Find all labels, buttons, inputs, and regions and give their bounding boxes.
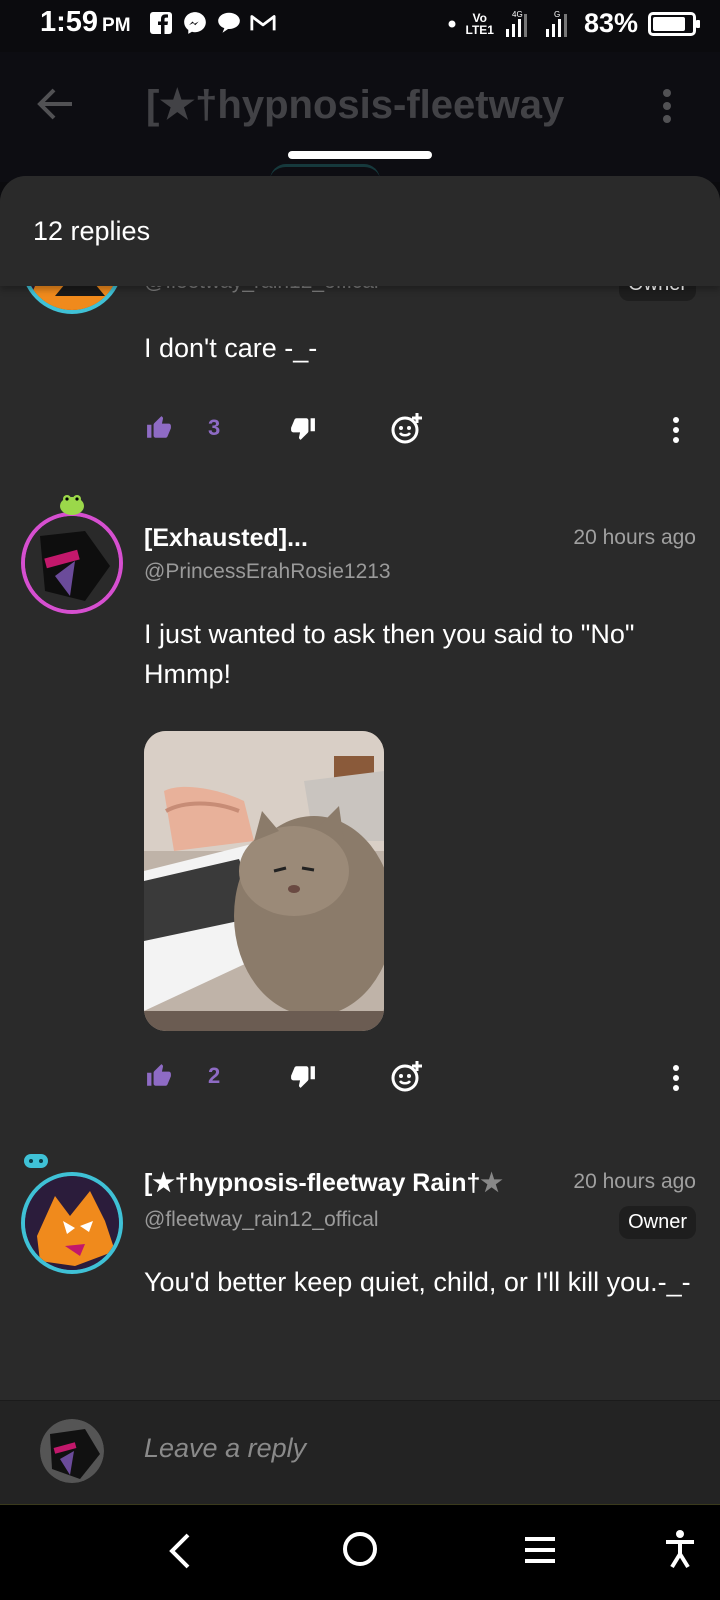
- dislike-icon[interactable]: [290, 1063, 316, 1089]
- like-icon[interactable]: [146, 1063, 172, 1089]
- current-user-avatar: [40, 1419, 104, 1483]
- accessibility-icon[interactable]: [664, 1529, 696, 1569]
- add-reaction-icon[interactable]: [390, 1059, 424, 1093]
- more-icon: [663, 89, 671, 123]
- comment-more-icon[interactable]: [672, 417, 680, 443]
- reply-bar: Leave a reply: [0, 1400, 720, 1504]
- replies-sheet: 12 replies @fleetway_rain12_offical Owne…: [0, 176, 720, 1506]
- status-time: 1:59 PM: [40, 6, 131, 38]
- comment-timestamp: 20 hours ago: [573, 1170, 696, 1193]
- svg-text:G: G: [554, 10, 560, 19]
- status-right: Vo LTE1 4G G 83%: [448, 8, 700, 39]
- nav-home-icon[interactable]: [342, 1531, 378, 1567]
- owner-badge: Owner: [619, 1206, 696, 1239]
- comment-body: You'd better keep quiet, child, or I'll …: [144, 1267, 691, 1297]
- battery-icon: [648, 11, 700, 36]
- frog-decoration-icon: [60, 495, 84, 515]
- notification-icons: [148, 10, 276, 36]
- like-icon[interactable]: [146, 415, 172, 441]
- comment-timestamp: 20 hours ago: [573, 526, 696, 549]
- dislike-icon[interactable]: [290, 415, 316, 441]
- status-bar: 1:59 PM Vo LTE1 4G G 83%: [0, 0, 720, 52]
- comment-more-icon[interactable]: [672, 1065, 680, 1091]
- comment-body: I just wanted to ask then you said to "N…: [144, 619, 635, 689]
- comment-body: I don't care -_-: [144, 333, 318, 363]
- comment-actions: 3: [0, 411, 720, 451]
- sheet-drag-handle[interactable]: [288, 151, 432, 159]
- volte-indicator: Vo LTE1: [465, 10, 494, 37]
- signal-4g-icon: 4G: [505, 10, 527, 37]
- reply-input[interactable]: Leave a reply: [144, 1433, 306, 1464]
- system-nav-bar: [0, 1504, 720, 1600]
- comment-author-name[interactable]: [★†hypnosis-fleetway Rain†★: [144, 1168, 524, 1198]
- avatar[interactable]: [21, 512, 123, 614]
- comment-handle[interactable]: @fleetway_rain12_offical: [144, 1208, 379, 1232]
- messenger-icon: [182, 10, 208, 36]
- avatar[interactable]: [21, 1172, 123, 1274]
- like-count: 3: [208, 415, 221, 440]
- comment-author-name[interactable]: [Exhausted]...: [144, 524, 308, 553]
- comment-actions: 2: [0, 1059, 720, 1099]
- nav-recents-icon[interactable]: [523, 1535, 557, 1565]
- sheet-header: 12 replies: [0, 176, 720, 286]
- add-reaction-icon[interactable]: [390, 411, 424, 445]
- comment-image[interactable]: [144, 731, 384, 1031]
- nav-back-icon[interactable]: [166, 1531, 194, 1571]
- like-count: 2: [208, 1063, 221, 1088]
- svg-text:4G: 4G: [512, 10, 523, 19]
- battery-percent: 83%: [583, 8, 638, 38]
- signal-g-icon: G: [545, 10, 567, 37]
- controller-decoration-icon: [24, 1154, 48, 1168]
- replies-count: 12 replies: [33, 216, 151, 246]
- facebook-icon: [148, 10, 174, 36]
- background-header: [★†hypnosis-fleetway Ra: [0, 52, 720, 182]
- chat-icon: [216, 10, 242, 36]
- comment-handle[interactable]: @PrincessErahRosie1213: [144, 560, 391, 584]
- gmail-icon: [250, 10, 276, 36]
- back-arrow-icon: [37, 88, 72, 120]
- background-title: [★†hypnosis-fleetway Ra: [146, 83, 576, 127]
- dot-icon: [448, 20, 455, 27]
